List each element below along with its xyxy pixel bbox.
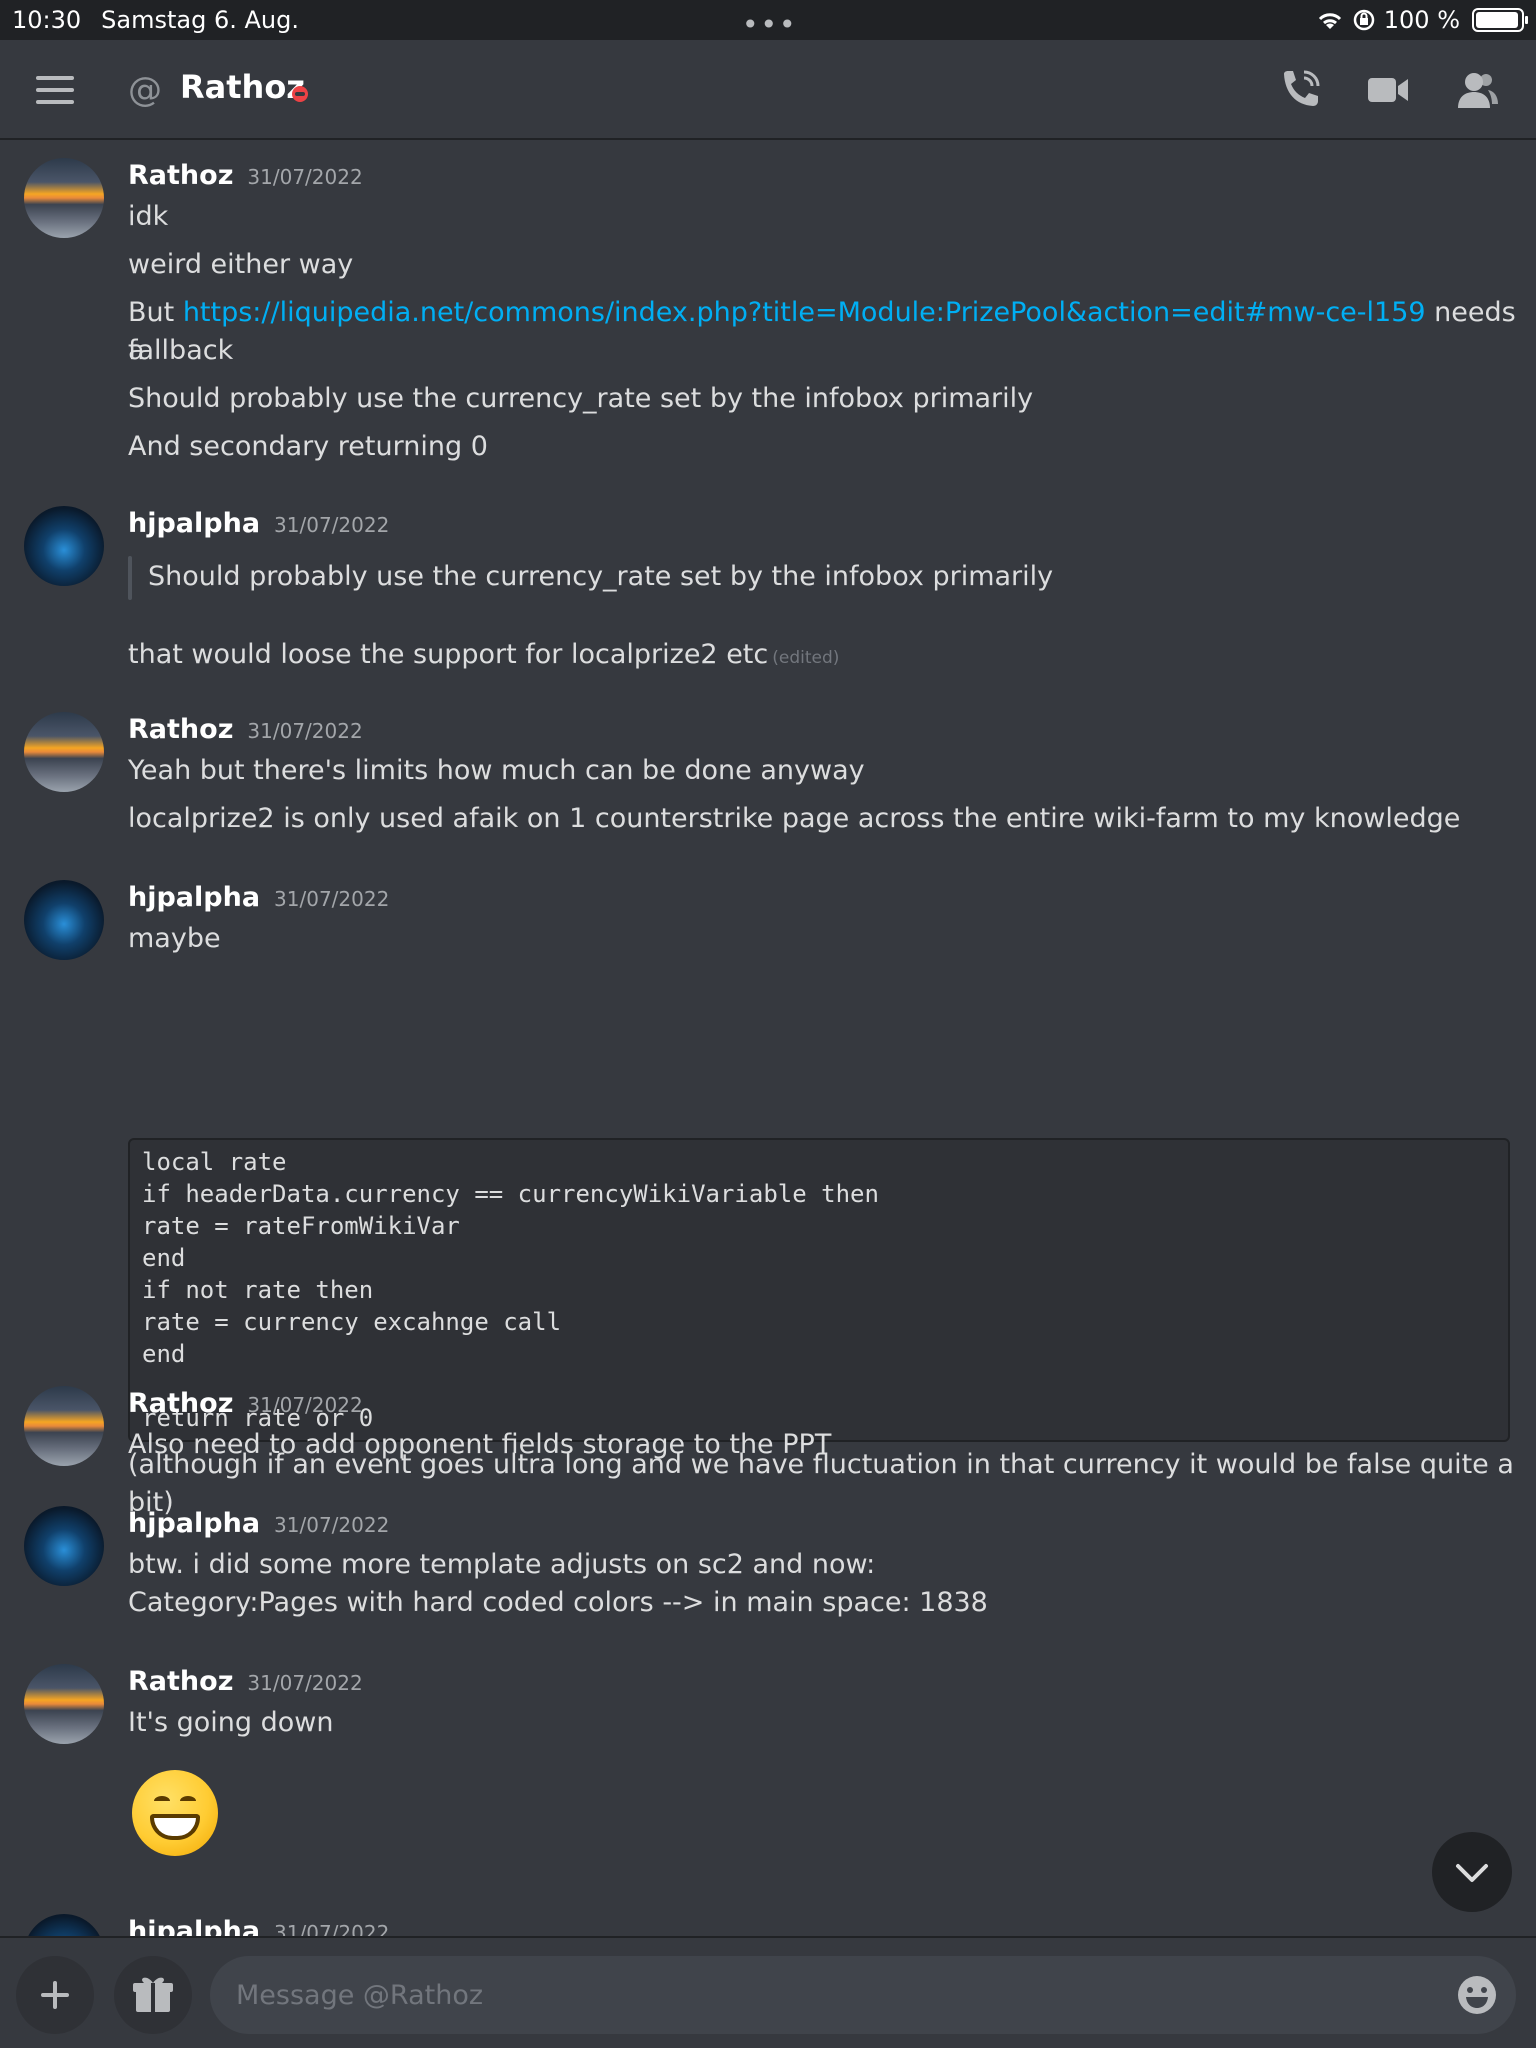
message-timestamp: 31/07/2022 (247, 719, 363, 743)
avatar[interactable] (24, 1914, 104, 1936)
message-author[interactable]: Rathoz 31/07/2022 (128, 160, 363, 191)
blockquote-bar (128, 556, 132, 600)
add-attachment-button[interactable] (16, 1956, 94, 2034)
message-link[interactable]: https://liquipedia.net/commons/index.php… (183, 297, 1426, 328)
avatar[interactable] (24, 712, 104, 792)
multitasking-dots-icon[interactable]: ••• (742, 8, 798, 41)
message-text: fallback (128, 335, 234, 366)
message-text: Category:Pages with hard coded colors --… (128, 1587, 988, 1618)
battery-icon (1472, 8, 1528, 32)
message-timestamp: 31/07/2022 (247, 1671, 363, 1695)
avatar[interactable] (24, 880, 104, 960)
status-bar: 10:30 Samstag 6. Aug. ••• 100 % (0, 0, 1536, 41)
message-author[interactable]: hjpalpha 31/07/2022 (128, 1508, 389, 1539)
message-author[interactable]: hjpalpha 31/07/2022 (128, 1916, 389, 1936)
message-author[interactable]: Rathoz 31/07/2022 (128, 714, 363, 745)
message-text: localprize2 is only used afaik on 1 coun… (128, 803, 1461, 834)
avatar[interactable] (24, 506, 104, 586)
message-text: btw. i did some more template adjusts on… (128, 1549, 876, 1580)
dm-recipient-name[interactable]: Rathoz (180, 68, 305, 106)
edited-label: (edited) (772, 648, 840, 668)
video-icon[interactable] (1364, 68, 1412, 112)
message-text: Yeah but there's limits how much can be … (128, 755, 865, 786)
message-author[interactable]: hjpalpha 31/07/2022 (128, 882, 389, 913)
message-text: Should probably use the currency_rate se… (128, 383, 1034, 414)
grinning-face-emoji[interactable] (132, 1770, 218, 1856)
avatar[interactable] (24, 1506, 104, 1586)
members-icon[interactable] (1452, 68, 1500, 112)
avatar[interactable] (24, 1386, 104, 1466)
message-text: And secondary returning 0 (128, 431, 488, 462)
gift-button[interactable] (114, 1956, 192, 2034)
wifi-icon (1318, 13, 1341, 29)
message-text: that would loose the support for localpr… (128, 639, 840, 670)
blockquote-text: Should probably use the currency_rate se… (148, 561, 1054, 592)
dnd-status-icon (292, 86, 308, 102)
message-timestamp: 31/07/2022 (247, 1393, 363, 1417)
message-text: It's going down (128, 1707, 334, 1738)
message-timestamp: 31/07/2022 (274, 513, 390, 537)
message-input[interactable] (210, 1956, 1516, 2034)
message-timestamp: 31/07/2022 (247, 165, 363, 189)
gift-icon (133, 1977, 173, 2012)
status-date: Samstag 6. Aug. (101, 6, 299, 34)
at-icon: @ (128, 70, 162, 110)
jump-to-bottom-button[interactable] (1432, 1832, 1512, 1912)
message-text: idk (128, 201, 169, 232)
call-icon[interactable] (1276, 68, 1324, 112)
emoji-icon[interactable] (1456, 1974, 1498, 2016)
chevron-down-icon (1456, 1864, 1488, 1882)
avatar[interactable] (24, 158, 104, 238)
status-right: 100 % (1316, 6, 1528, 34)
message-author[interactable]: Rathoz 31/07/2022 (128, 1666, 363, 1697)
status-time: 10:30 (12, 6, 82, 34)
message-composer (0, 1936, 1536, 2048)
message-text-with-link: But https://liquipedia.net/commons/index… (128, 297, 1516, 366)
plus-icon (41, 1981, 69, 2009)
menu-icon[interactable] (36, 76, 74, 104)
message-list[interactable]: Rathoz 31/07/2022 idk weird either way Bu… (0, 142, 1536, 1936)
avatar[interactable] (24, 1664, 104, 1744)
message-timestamp: 31/07/2022 (274, 1513, 390, 1537)
channel-header: @ Rathoz (0, 40, 1536, 140)
battery-percent: 100 % (1383, 6, 1460, 34)
message-text: Also need to add opponent fields storage… (128, 1429, 832, 1460)
message-author[interactable]: Rathoz 31/07/2022 (128, 1388, 363, 1419)
message-timestamp: 31/07/2022 (274, 1921, 390, 1936)
message-author[interactable]: hjpalpha 31/07/2022 (128, 508, 389, 539)
message-text: maybe (128, 923, 221, 954)
message-timestamp: 31/07/2022 (274, 887, 390, 911)
orientation-lock-icon (1353, 9, 1374, 31)
message-text: weird either way (128, 249, 354, 280)
